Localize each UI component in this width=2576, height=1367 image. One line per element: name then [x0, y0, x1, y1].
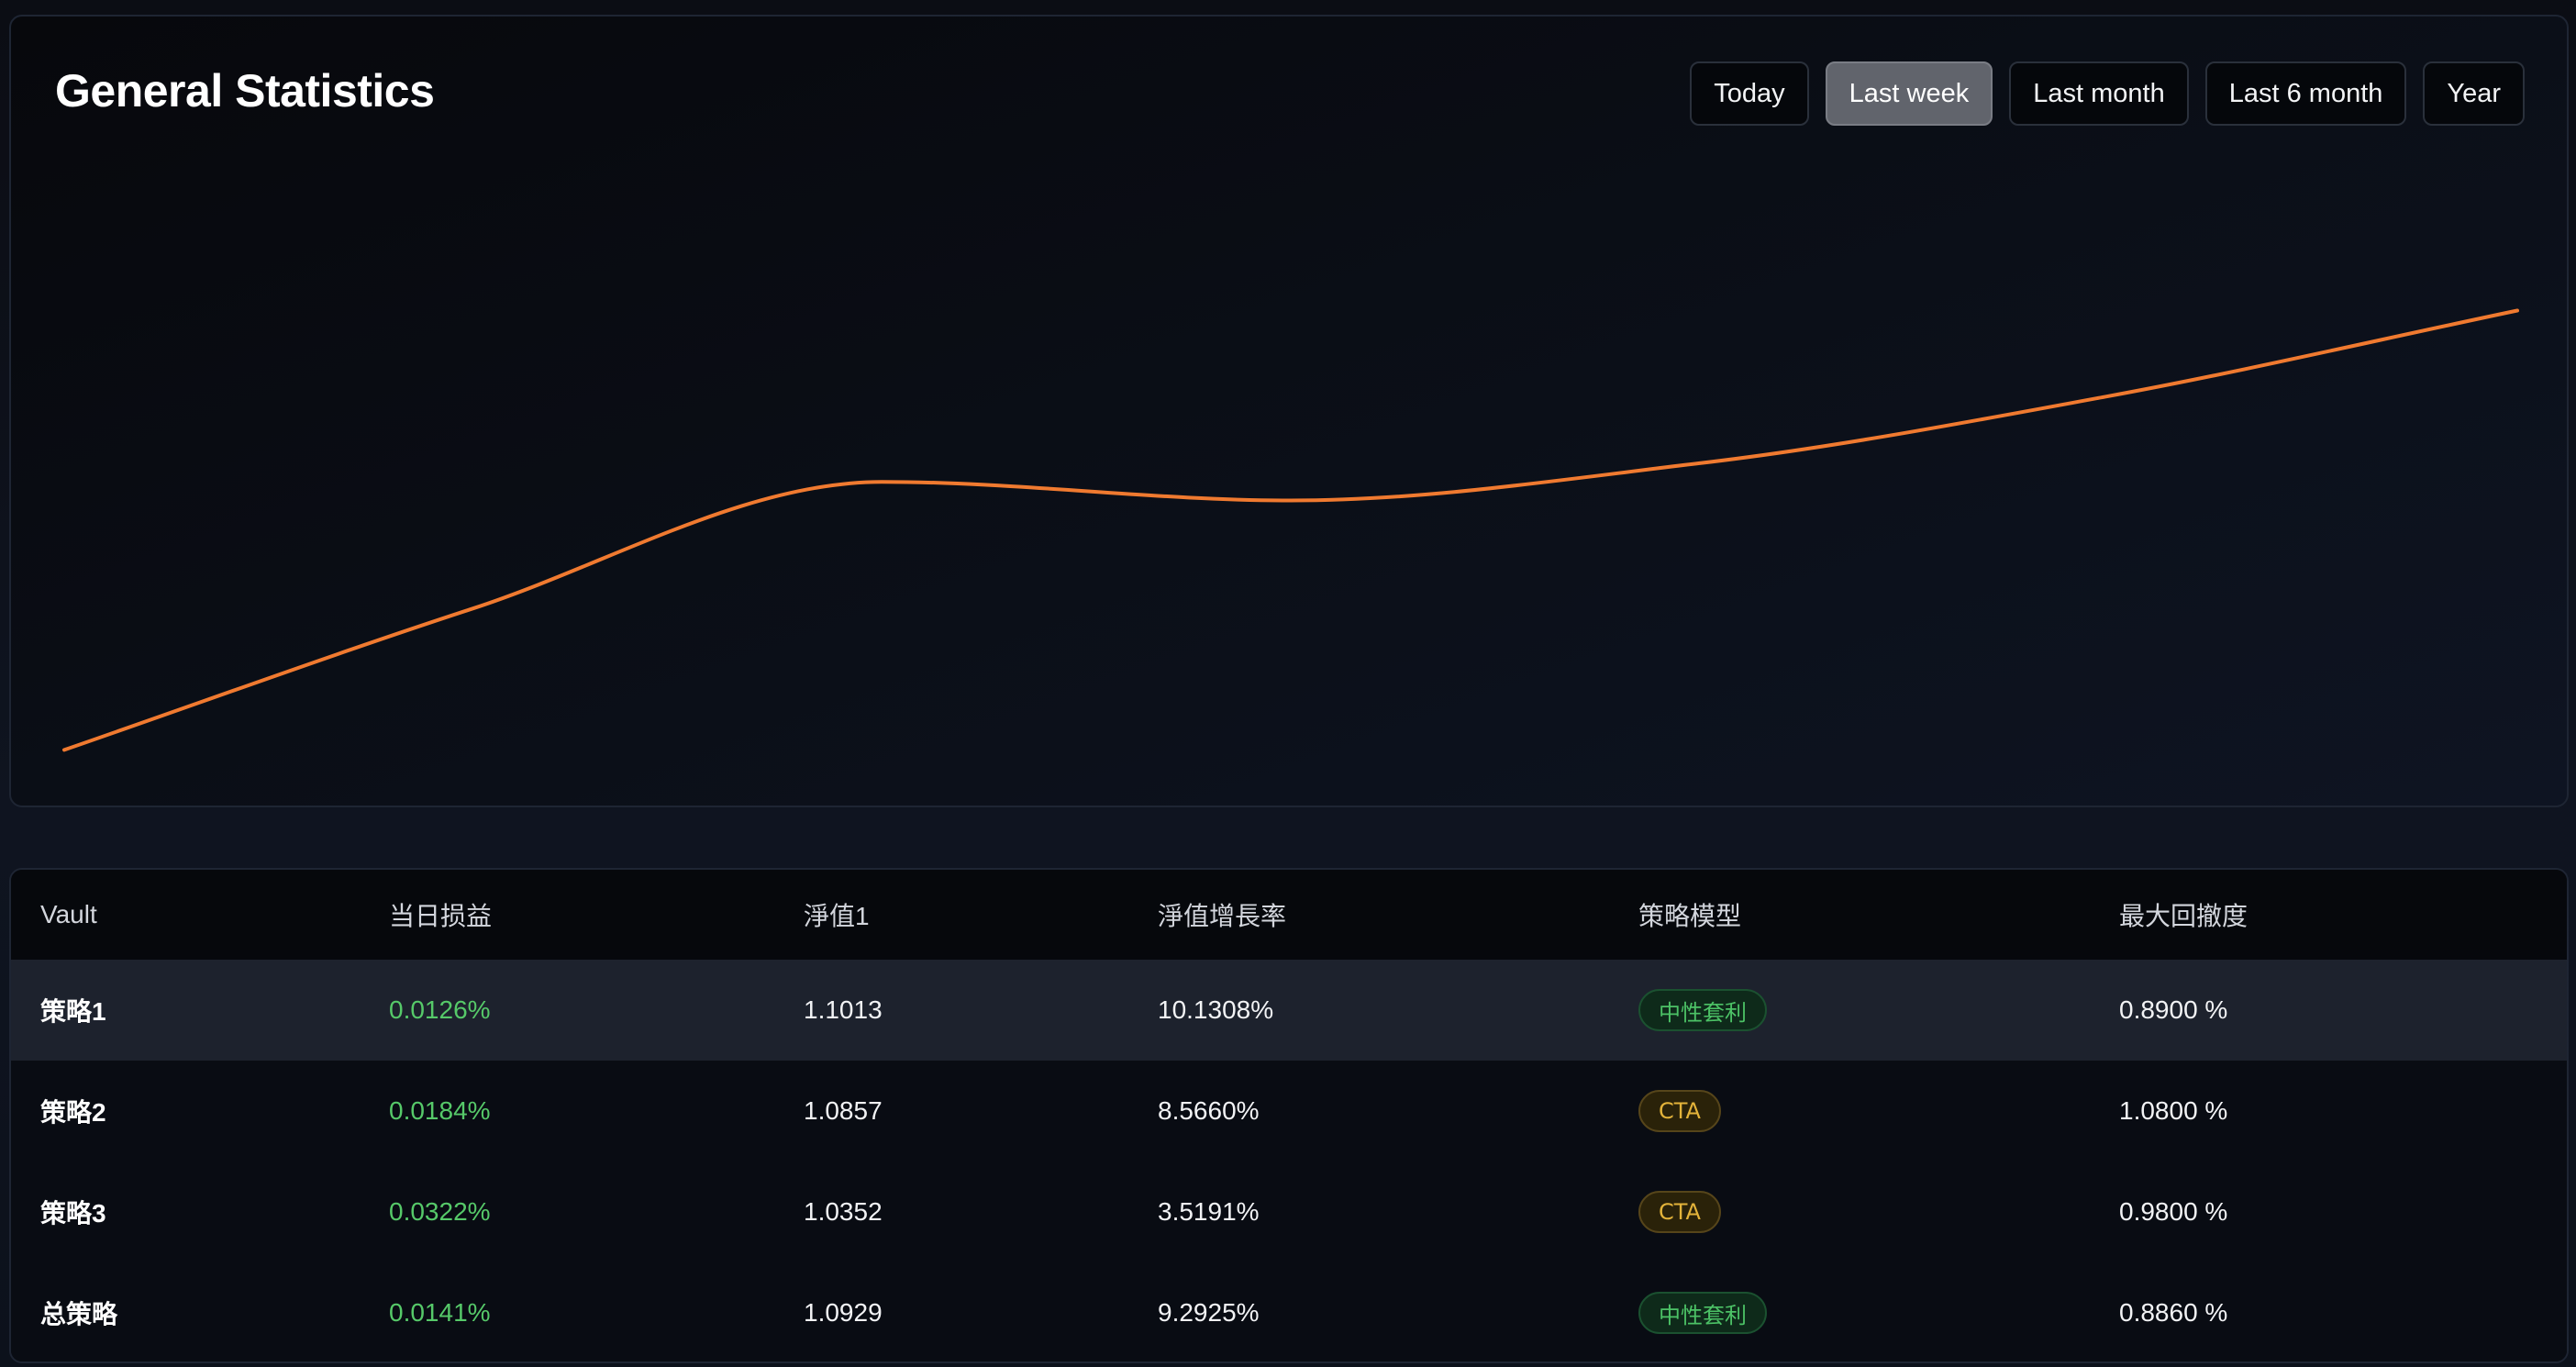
range-button-year[interactable]: Year [2423, 61, 2525, 126]
column-header-daily-pnl[interactable]: 当日损益 [389, 870, 492, 960]
vault-name: 策略3 [40, 1199, 106, 1228]
strategy-model-badge: 中性套利 [1638, 1292, 1767, 1334]
table-header-row: Vault 当日损益 淨值1 淨值增長率 策略模型 最大回撤度 [11, 870, 2567, 961]
strategy-model-cell: 中性套利 [1638, 1262, 1767, 1361]
column-header-strategy-model[interactable]: 策略模型 [1638, 870, 1741, 960]
nav-value: 1.0352 [804, 1197, 883, 1226]
data-point[interactable] [2099, 387, 2117, 406]
data-point[interactable] [2508, 302, 2526, 320]
data-point[interactable] [872, 472, 891, 491]
max-drawdown-value: 0.8860 % [2119, 1298, 2228, 1327]
data-point[interactable] [55, 740, 73, 759]
range-button-last-6-month[interactable]: Last 6 month [2204, 61, 2407, 126]
table-row[interactable]: 总策略 0.0141% 1.0929 9.2925% 中性套利 0.8860 % [11, 1262, 2567, 1361]
daily-pnl-value: 0.0322% [389, 1197, 491, 1226]
table-row[interactable]: 策略3 0.0322% 1.0352 3.5191% CTA 0.9800 % [11, 1161, 2567, 1264]
max-drawdown-value: 0.8900 % [2119, 995, 2228, 1024]
daily-pnl-value: 0.0141% [389, 1298, 491, 1327]
range-button-today[interactable]: Today [1690, 61, 1809, 126]
range-button-last-month[interactable]: Last month [2009, 61, 2189, 126]
page-title: General Statistics [55, 65, 435, 117]
column-header-nav[interactable]: 淨值1 [804, 870, 870, 960]
nav-growth-value: 9.2925% [1158, 1298, 1260, 1327]
nav-growth-value: 10.1308% [1158, 995, 1274, 1024]
column-header-max-drawdown[interactable]: 最大回撤度 [2119, 870, 2248, 960]
daily-pnl-value: 0.0184% [389, 1096, 491, 1125]
nav-value: 1.0929 [804, 1298, 883, 1327]
data-point[interactable] [1691, 454, 1709, 472]
range-button-last-week[interactable]: Last week [1825, 61, 1993, 126]
vault-name: 策略1 [40, 997, 106, 1026]
data-point[interactable] [1282, 492, 1300, 510]
table-row[interactable]: 策略2 0.0184% 1.0857 8.5660% CTA 1.0800 % [11, 1061, 2567, 1163]
max-drawdown-value: 1.0800 % [2119, 1096, 2228, 1125]
series-line [62, 308, 2519, 752]
nav-value: 1.1013 [804, 995, 883, 1024]
strategy-model-badge: CTA [1638, 1090, 1721, 1132]
table-row[interactable]: 策略1 0.0126% 1.1013 10.1308% 中性套利 0.8900 … [11, 960, 2567, 1062]
strategy-model-cell: CTA [1638, 1161, 1721, 1262]
time-range-selector: Today Last week Last month Last 6 month … [1690, 61, 2525, 126]
nav-growth-value: 3.5191% [1158, 1197, 1260, 1226]
column-header-nav-growth[interactable]: 淨值增長率 [1158, 870, 1286, 960]
performance-line-chart [55, 302, 2526, 759]
max-drawdown-value: 0.9800 % [2119, 1197, 2228, 1226]
nav-growth-value: 8.5660% [1158, 1096, 1260, 1125]
strategy-model-cell: 中性套利 [1638, 960, 1767, 1061]
general-statistics-card: General Statistics Today Last week Last … [9, 15, 2569, 807]
strategy-model-badge: 中性套利 [1638, 989, 1767, 1031]
vault-name: 策略2 [40, 1098, 106, 1127]
vault-name: 总策略 [40, 1300, 118, 1328]
strategy-model-cell: CTA [1638, 1061, 1721, 1161]
data-point[interactable] [464, 599, 483, 617]
strategy-model-badge: CTA [1638, 1191, 1721, 1233]
vault-table: Vault 当日损益 淨值1 淨值增長率 策略模型 最大回撤度 策略1 0.01… [9, 868, 2569, 1363]
daily-pnl-value: 0.0126% [389, 995, 491, 1024]
column-header-vault[interactable]: Vault [40, 870, 97, 960]
nav-value: 1.0857 [804, 1096, 883, 1125]
